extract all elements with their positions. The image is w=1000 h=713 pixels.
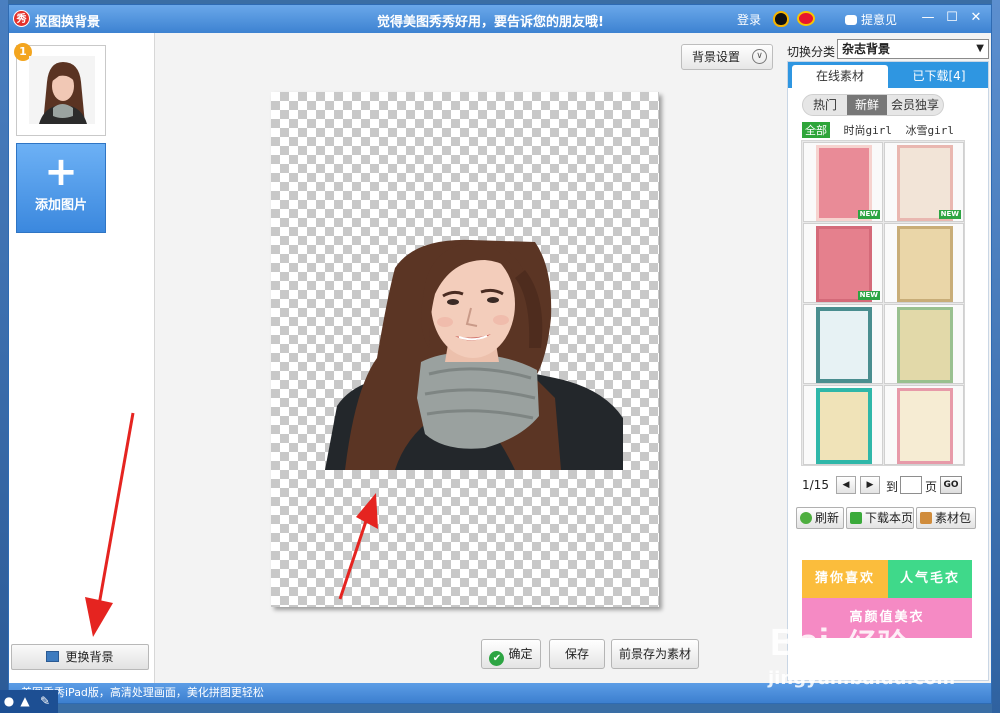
maximize-button[interactable]: ☐: [943, 10, 961, 26]
desktop-left-edge: [0, 0, 8, 713]
new-badge: NEW: [857, 291, 880, 300]
new-badge: NEW: [938, 210, 961, 219]
material-thumbnail[interactable]: [803, 304, 883, 384]
window-title: 抠图换背景: [35, 15, 101, 30]
refresh-button[interactable]: 刷新: [796, 507, 844, 529]
material-pack-button[interactable]: 素材包: [916, 507, 976, 529]
goto-label: 到: [886, 480, 899, 494]
category-value: 杂志背景: [842, 42, 891, 56]
filter-all[interactable]: 全部: [802, 122, 830, 138]
material-thumbnail[interactable]: NEW: [803, 223, 883, 303]
download-page-label: 下载本页: [865, 511, 914, 525]
refresh-icon: [800, 512, 812, 524]
promo-high-looks-clothes[interactable]: 高颜值美衣: [802, 598, 972, 638]
status-bar: 美图秀秀iPad版，高清处理画面，美化拼图更轻松: [9, 683, 991, 703]
tab-online-materials[interactable]: 在线素材: [792, 65, 888, 88]
go-button[interactable]: GO: [940, 476, 962, 494]
next-page-button[interactable]: ▶: [860, 476, 880, 494]
subtab-vip[interactable]: 会员独享: [887, 95, 943, 115]
shirt-icon[interactable]: ▲: [18, 693, 32, 709]
material-filters: 全部 时尚girl 冰雪girl: [802, 122, 964, 138]
material-pack-label: 素材包: [935, 511, 972, 525]
material-thumbnail[interactable]: [803, 385, 883, 465]
material-thumbnail[interactable]: [884, 304, 964, 384]
new-badge: NEW: [857, 210, 880, 219]
subtab-hot[interactable]: 热门: [803, 95, 847, 115]
download-icon: [850, 512, 862, 524]
change-background-button[interactable]: 更换背景: [11, 644, 149, 670]
confirm-button[interactable]: ✔ 确定: [481, 639, 541, 669]
close-button[interactable]: ✕: [967, 10, 985, 26]
material-thumbnail[interactable]: NEW: [803, 142, 883, 222]
desktop-right-edge: [992, 0, 1000, 713]
background-settings-label: 背景设置: [692, 50, 741, 64]
page-suffix-label: 页: [925, 480, 938, 494]
feedback-label: 提意见: [861, 13, 898, 27]
save-button[interactable]: 保存: [549, 639, 605, 669]
material-thumbnail[interactable]: NEW: [884, 142, 964, 222]
material-subtabs: 热门 新鲜 会员独享: [802, 94, 944, 116]
material-thumbnail[interactable]: [884, 223, 964, 303]
image-thumbnail[interactable]: 1: [14, 43, 106, 136]
speech-bubble-icon: [845, 15, 857, 25]
dropdown-arrow-icon: ▼: [976, 43, 984, 54]
pagination: 1/15 ◀ ▶ 到 页 GO: [802, 476, 982, 496]
category-select[interactable]: 杂志背景 ▼: [837, 39, 989, 59]
title-bar[interactable]: 秀 抠图换背景 觉得美图秀秀好用，要告诉您的朋友哦! 登录 提意见 — ☐ ✕: [9, 5, 991, 33]
chevron-down-icon: ∨: [752, 49, 767, 64]
app-logo-icon: 秀: [13, 10, 30, 27]
material-tools: 刷新 下载本页 素材包: [796, 507, 986, 531]
change-background-label: 更换背景: [65, 650, 114, 664]
cutout-portrait[interactable]: [325, 238, 625, 470]
prev-page-button[interactable]: ◀: [836, 476, 856, 494]
feedback-link[interactable]: 提意见: [845, 11, 897, 28]
add-image-button[interactable]: + 添加图片: [16, 143, 106, 233]
add-image-label: 添加图片: [34, 198, 87, 213]
material-panel: 在线素材 已下载[4] 热门 新鲜 会员独享 全部 时尚girl 冰雪girl …: [787, 61, 989, 681]
promo-popular-sweater[interactable]: 人气毛衣: [888, 560, 972, 598]
login-link[interactable]: 登录: [737, 11, 761, 28]
person-icon[interactable]: ●: [2, 693, 16, 709]
confirm-label: 确定: [508, 647, 533, 661]
check-icon: ✔: [489, 651, 505, 666]
picture-icon: [46, 651, 60, 662]
minimize-button[interactable]: —: [919, 10, 937, 26]
weibo-icon[interactable]: [797, 11, 815, 26]
filter-fashion-girl[interactable]: 时尚girl: [844, 122, 893, 138]
transparent-canvas[interactable]: [271, 92, 659, 607]
material-grid: NEW NEW NEW: [801, 140, 965, 466]
download-page-button[interactable]: 下载本页: [846, 507, 914, 529]
plus-icon: +: [44, 149, 78, 195]
system-tray: ● ▲ ✎: [0, 690, 58, 713]
tab-downloaded[interactable]: 已下载[4]: [892, 65, 986, 88]
qq-icon[interactable]: [773, 11, 789, 27]
page-number-input[interactable]: [900, 476, 922, 494]
app-window: 秀 抠图换背景 觉得美图秀秀好用，要告诉您的朋友哦! 登录 提意见 — ☐ ✕ …: [8, 4, 992, 704]
material-thumbnail[interactable]: [884, 385, 964, 465]
package-icon: [920, 512, 932, 524]
category-label: 切换分类: [787, 45, 836, 59]
thumbnail-photo: [29, 56, 95, 124]
save-foreground-button[interactable]: 前景存为素材: [611, 639, 699, 669]
promo-guess-you-like[interactable]: 猜你喜欢: [802, 560, 888, 598]
wrench-icon[interactable]: ✎: [38, 693, 52, 709]
image-list-panel: 1 + 添加图片 更换背景: [9, 33, 155, 683]
refresh-label: 刷新: [815, 511, 840, 525]
background-settings-button[interactable]: 背景设置 ∨: [681, 44, 773, 70]
page-indicator: 1/15: [802, 478, 829, 492]
client-area: 1 + 添加图片 更换背景 背景设置 ∨ ✔ 确定 保存 前景存为素材 切换分类…: [9, 33, 991, 683]
share-slogan[interactable]: 觉得美图秀秀好用，要告诉您的朋友哦!: [377, 11, 604, 30]
filter-ice-girl[interactable]: 冰雪girl: [906, 122, 955, 138]
material-tabs: 在线素材 已下载[4]: [788, 62, 988, 88]
subtab-new[interactable]: 新鲜: [847, 95, 887, 115]
